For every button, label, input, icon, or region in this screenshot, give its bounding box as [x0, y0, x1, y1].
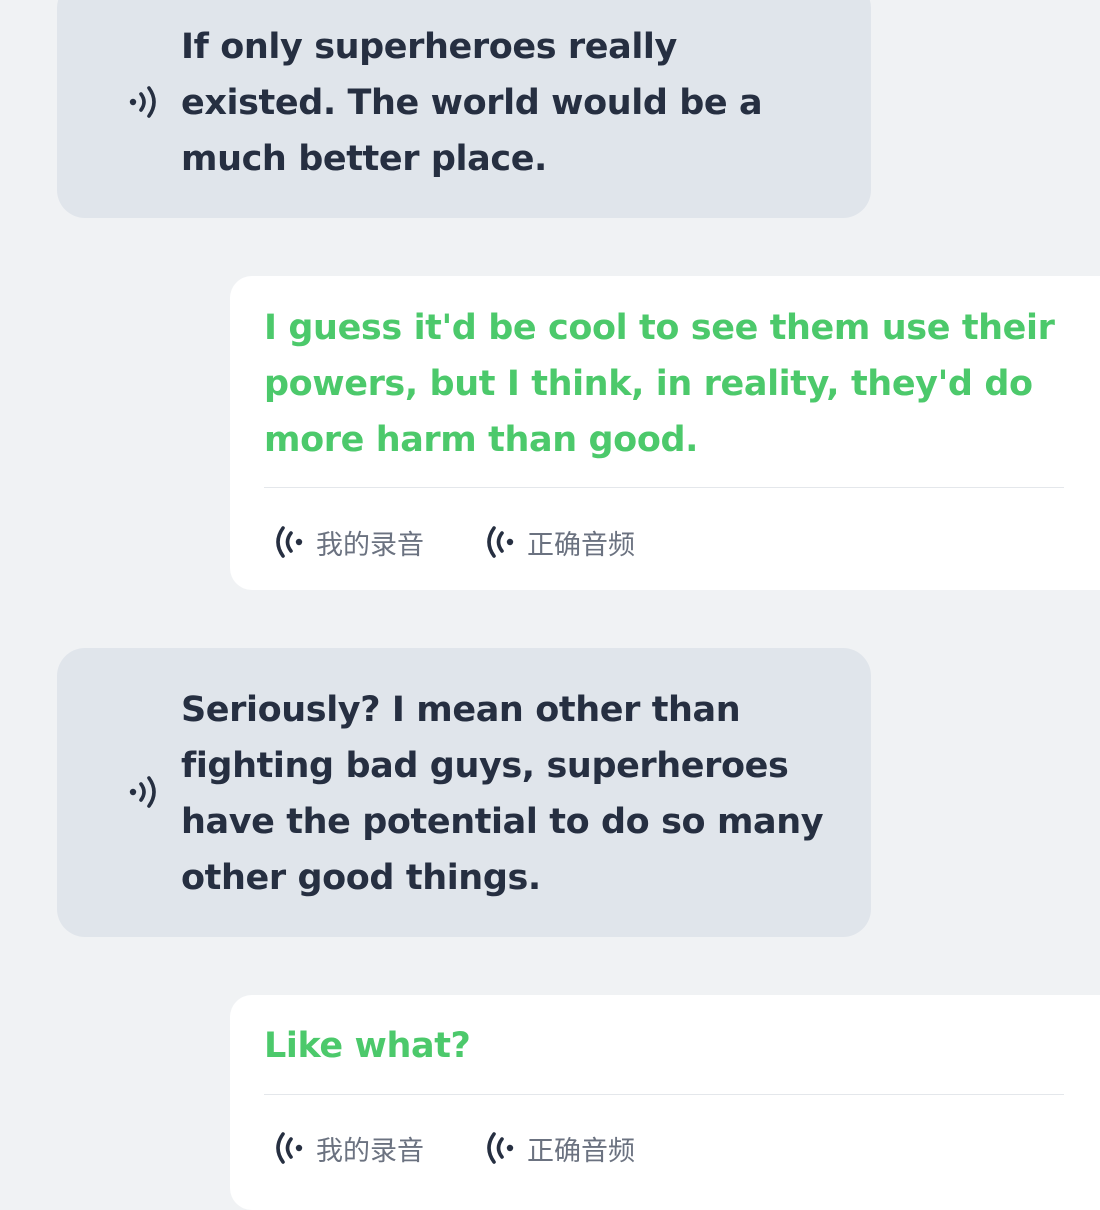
correct-audio-label: 正确音频: [527, 1135, 635, 1167]
correct-audio-button[interactable]: 正确音频: [483, 522, 635, 562]
correct-audio-icon: [487, 526, 514, 558]
correct-audio-button[interactable]: 正确音频: [483, 1128, 635, 1168]
message-bubble-user: Like what? 我的录音 正确音频: [230, 995, 1100, 1210]
message-text: Seriously? I mean other than fighting ba…: [181, 690, 824, 898]
my-recording-label: 我的录音: [316, 529, 424, 561]
my-recording-icon: [276, 1132, 303, 1164]
message-text: Like what?: [264, 1026, 471, 1066]
my-recording-icon: [276, 526, 303, 558]
message-text: I guess it'd be cool to see them use the…: [264, 308, 1055, 460]
message-bubble-npc: If only superheroes really existed. The …: [57, 0, 871, 218]
message-bubble-user: I guess it'd be cool to see them use the…: [230, 276, 1100, 590]
divider: [264, 1094, 1064, 1095]
my-recording-label: 我的录音: [316, 1135, 424, 1167]
my-recording-button[interactable]: 我的录音: [272, 1128, 424, 1168]
play-audio-button[interactable]: [125, 772, 165, 812]
speaker-icon: [129, 776, 156, 808]
divider: [264, 487, 1064, 488]
message-text: If only superheroes really existed. The …: [181, 27, 763, 179]
play-audio-button[interactable]: [125, 82, 165, 122]
speaker-icon: [129, 86, 156, 118]
my-recording-button[interactable]: 我的录音: [272, 522, 424, 562]
correct-audio-label: 正确音频: [527, 529, 635, 561]
correct-audio-icon: [487, 1132, 514, 1164]
message-bubble-npc: Seriously? I mean other than fighting ba…: [57, 648, 871, 937]
